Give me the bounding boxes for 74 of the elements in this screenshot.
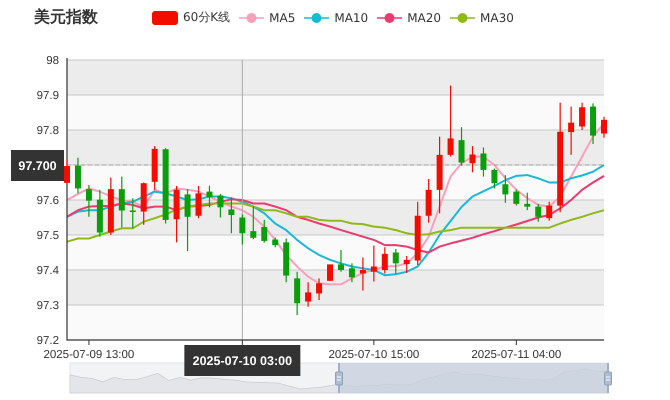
candlestick bbox=[338, 250, 344, 272]
candlestick bbox=[579, 102, 586, 130]
axis-tick bbox=[373, 340, 374, 346]
legend-item[interactable]: MA20 bbox=[377, 10, 442, 24]
candlestick bbox=[404, 256, 410, 273]
candlestick bbox=[196, 186, 202, 218]
x-tick-label: 2025-07-10 03:00 bbox=[192, 354, 292, 368]
candlestick bbox=[140, 182, 147, 225]
candlestick bbox=[370, 246, 377, 282]
candlestick bbox=[426, 179, 432, 223]
candlestick bbox=[239, 214, 246, 244]
axis-label: 2025-07-10 15:00 bbox=[328, 349, 420, 361]
axis-label: 97.4 bbox=[36, 265, 59, 277]
candlestick bbox=[392, 249, 399, 274]
chart-title: 美元指数 bbox=[34, 7, 99, 28]
candlestick bbox=[491, 168, 498, 188]
axis-pointer-label: 97.700 bbox=[11, 150, 64, 181]
candlestick bbox=[64, 159, 70, 183]
candlestick bbox=[294, 272, 300, 316]
candlestick bbox=[184, 189, 191, 252]
axis-label: 97.3 bbox=[36, 300, 59, 312]
candlestick bbox=[382, 247, 388, 274]
y-tick-label: 97.700 bbox=[18, 159, 57, 173]
slider-handle[interactable] bbox=[335, 363, 343, 393]
candlestick bbox=[108, 178, 114, 235]
candlestick bbox=[360, 257, 366, 291]
candlestick bbox=[524, 192, 530, 210]
candlestick bbox=[502, 175, 508, 203]
axis-tick bbox=[88, 340, 90, 346]
axis-label: 2025-07-09 13:00 bbox=[44, 349, 134, 361]
axis-label: 97.8 bbox=[36, 125, 59, 137]
candlestick bbox=[96, 190, 103, 237]
legend-item[interactable]: MA10 bbox=[304, 10, 368, 24]
axis-label: 97.6 bbox=[36, 195, 59, 207]
candlestick bbox=[348, 263, 355, 282]
candlestick bbox=[470, 146, 476, 172]
candlestick bbox=[272, 237, 278, 248]
candlestick bbox=[513, 190, 520, 206]
candlestick bbox=[174, 186, 180, 242]
candlestick bbox=[568, 106, 574, 155]
candlestick bbox=[535, 204, 542, 222]
axis-label: 97.2 bbox=[36, 335, 59, 347]
candlestick bbox=[546, 202, 552, 221]
candlestick bbox=[86, 184, 92, 217]
candlestick bbox=[152, 146, 158, 190]
candlestick bbox=[414, 202, 421, 266]
candlestick bbox=[250, 206, 256, 240]
candlestick bbox=[305, 282, 312, 307]
legend-item[interactable]: 60分K线 bbox=[152, 9, 230, 26]
axis-label: 2025-07-11 04:00 bbox=[471, 349, 562, 361]
candlestick bbox=[480, 148, 486, 177]
candlestick bbox=[601, 116, 607, 138]
candlestick bbox=[217, 194, 224, 218]
axis-label: 97.9 bbox=[36, 90, 59, 102]
candlestick bbox=[118, 176, 125, 228]
candlestick bbox=[130, 198, 136, 228]
legend-item[interactable]: MA30 bbox=[450, 10, 514, 24]
candlestick bbox=[448, 86, 454, 157]
candlestick bbox=[228, 198, 234, 234]
candlestick bbox=[327, 264, 334, 281]
candlestick bbox=[458, 127, 465, 166]
candlestick bbox=[261, 220, 268, 243]
axis-tick bbox=[242, 340, 243, 346]
axis-tick bbox=[516, 340, 517, 346]
candlestick bbox=[74, 158, 81, 194]
candlestick bbox=[206, 186, 212, 208]
legend-item[interactable]: MA5 bbox=[239, 10, 296, 24]
axis-label: 97.5 bbox=[36, 230, 59, 242]
candlestick bbox=[590, 103, 596, 144]
slider-handle[interactable] bbox=[604, 363, 612, 393]
candlestick bbox=[283, 238, 290, 282]
candlestick bbox=[316, 278, 322, 300]
axis-label: 98 bbox=[46, 55, 59, 67]
axis-pointer-label: 2025-07-10 03:00 bbox=[184, 345, 300, 376]
